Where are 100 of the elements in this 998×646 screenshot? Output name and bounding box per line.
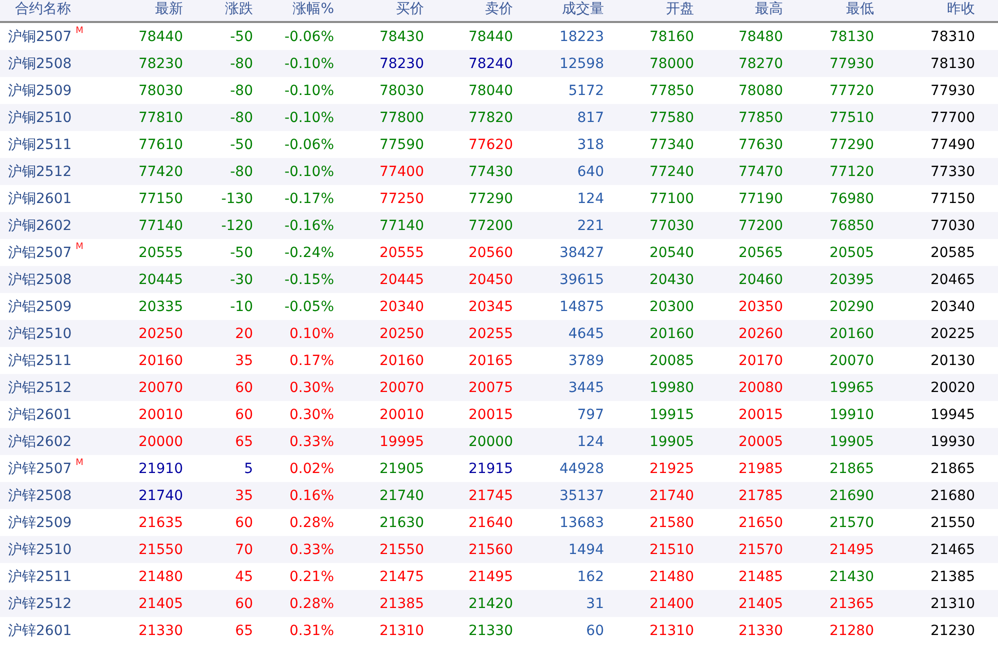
table-row[interactable]: 沪锌2508 21740 35 0.16% 21740 21745 35137 21740 21785 21690 21680: [0, 482, 998, 509]
table-cell-text: 21865: [828, 460, 874, 476]
table-cell-text: 77810: [137, 110, 183, 126]
column-header[interactable]: 涨幅%: [292, 0, 334, 18]
table-cell-text: 77030: [648, 218, 694, 234]
table-cell-text: 77850: [737, 110, 783, 126]
table-cell-text: 19905: [648, 434, 694, 450]
table-cell-text: 65: [234, 622, 253, 638]
table-cell-text: 20080: [737, 380, 783, 396]
column-header[interactable]: 合约名称: [0, 0, 71, 18]
table-cell-text: 0.21%: [288, 568, 334, 584]
table-row[interactable]: 沪铜2602 77140 -120 -0.16% 77140 77200 221 77030 77200 76850 77030: [0, 212, 998, 239]
table-cell-text: 78270: [737, 56, 783, 72]
table-cell-text: 77430: [467, 164, 513, 180]
column-header[interactable]: 卖价: [485, 0, 513, 18]
table-row[interactable]: 沪锌2512 21405 60 0.28% 21385 21420 31 21400 21405 21365 21310: [0, 590, 998, 617]
table-cell-text: 78000: [648, 56, 694, 72]
table-cell-text: 78440: [137, 28, 183, 44]
table-cell-text: -10: [229, 298, 253, 314]
table-cell-text: 162: [576, 568, 604, 584]
table-cell-text: 19965: [828, 380, 874, 396]
table-cell-text: 21310: [930, 596, 976, 612]
table-row[interactable]: 沪铝2510 20250 20 0.10% 20250 20255 4645 20160 20260 20160 20225: [0, 320, 998, 347]
table-cell-text: 21570: [828, 514, 874, 530]
table-cell-text: 20335: [137, 298, 183, 314]
column-header[interactable]: 最低: [846, 0, 874, 18]
table-cell-text: 20160: [378, 352, 424, 368]
column-header[interactable]: 昨收: [947, 0, 998, 18]
table-cell-text: 20555: [378, 244, 424, 260]
column-header[interactable]: 买价: [396, 0, 424, 18]
table-cell-text: 19945: [930, 406, 976, 422]
table-cell-text: 20560: [467, 244, 513, 260]
table-cell-text: 20010: [137, 406, 183, 422]
table-cell-text: 21690: [828, 488, 874, 504]
table-cell-text: 78480: [737, 28, 783, 44]
table-cell-text: 77100: [648, 190, 694, 206]
table-cell-text: 77820: [467, 110, 513, 126]
table-row[interactable]: 沪铝2512 20070 60 0.30% 20070 20075 3445 19980 20080 19965 20020: [0, 374, 998, 401]
table-cell-text: 20015: [737, 406, 783, 422]
column-header[interactable]: 最新: [155, 0, 183, 18]
table-cell-text: -0.10%: [283, 56, 334, 72]
table-cell-text: 77240: [648, 164, 694, 180]
table-cell-text: 20260: [737, 326, 783, 342]
table-cell-text: 0.30%: [288, 406, 334, 422]
table-row[interactable]: 沪铝2508 20445 -30 -0.15% 20445 20450 39615 20430 20460 20395 20465: [0, 266, 998, 293]
main-contract-mark: M: [76, 26, 84, 36]
column-header[interactable]: 涨跌: [225, 0, 253, 18]
table-row[interactable]: 沪铜2512 77420 -80 -0.10% 77400 77430 640 77240 77470 77120 77330: [0, 158, 998, 185]
contract-name: 沪铝2510: [8, 324, 72, 342]
column-header[interactable]: 最高: [755, 0, 783, 18]
contract-name: 沪锌2512: [8, 594, 72, 612]
table-cell-text: -50: [229, 244, 253, 260]
contract-name: 沪铜2512: [8, 162, 72, 180]
table-cell-text: 20165: [467, 352, 513, 368]
table-cell-text: 817: [576, 110, 604, 126]
table-cell-text: 77290: [467, 190, 513, 206]
table-cell-text: 21865: [930, 460, 976, 476]
table-cell-text: 77620: [467, 136, 513, 152]
table-cell-text: 78160: [648, 28, 694, 44]
table-cell-text: 35137: [558, 488, 604, 504]
table-cell-text: 65: [234, 434, 253, 450]
table-cell-text: -0.17%: [283, 190, 334, 206]
table-cell-text: 21570: [737, 542, 783, 558]
column-header[interactable]: 成交量: [562, 0, 604, 18]
table-cell-text: 77290: [828, 136, 874, 152]
column-header[interactable]: 开盘: [666, 0, 694, 18]
table-cell-text: 21985: [737, 460, 783, 476]
table-cell-text: 21550: [930, 514, 976, 530]
table-cell-text: 77930: [828, 56, 874, 72]
table-cell-text: 0.28%: [288, 514, 334, 530]
table-cell-text: 20540: [648, 244, 694, 260]
table-row[interactable]: 沪铜2508 78230 -80 -0.10% 78230 78240 12598 78000 78270 77930 78130: [0, 50, 998, 77]
contract-name: 沪铜2510: [8, 108, 72, 126]
table-cell-text: 77580: [648, 110, 694, 126]
table-cell-text: 21280: [828, 622, 874, 638]
table-cell-text: 21310: [648, 622, 694, 638]
table-cell-text: 77400: [378, 164, 424, 180]
table-cell-text: -0.05%: [283, 298, 334, 314]
table-row[interactable]: 沪铝2602 20000 65 0.33% 19995 20000 124 19905 20005 19905 19930: [0, 428, 998, 455]
table-cell-text: 21330: [737, 622, 783, 638]
table-row[interactable]: 沪锌2510 21550 70 0.33% 21550 21560 1494 21510 21570 21495 21465: [0, 536, 998, 563]
contract-name: 沪铝2512: [8, 378, 72, 396]
table-row[interactable]: 沪铜2510 77810 -80 -0.10% 77800 77820 817 77580 77850 77510 77700: [0, 104, 998, 131]
contract-name: 沪锌2509: [8, 514, 72, 532]
table-cell-text: 35: [234, 352, 253, 368]
table-cell-text: 3789: [567, 352, 604, 368]
table-cell-text: 20020: [930, 380, 976, 396]
table-cell-text: 0.16%: [288, 488, 334, 504]
table-cell-text: 78440: [467, 28, 513, 44]
table-cell-text: 221: [576, 218, 604, 234]
table-cell-text: -50: [229, 28, 253, 44]
table-cell-text: 21550: [378, 542, 424, 558]
table-cell-text: 20555: [137, 244, 183, 260]
table-cell-text: 78130: [930, 56, 976, 72]
table-cell-text: 20450: [467, 272, 513, 288]
table-cell-text: 77190: [737, 190, 783, 206]
contract-name: 沪铜2508: [8, 54, 72, 72]
table-cell-text: 21560: [467, 542, 513, 558]
table-cell-text: 21480: [648, 568, 694, 584]
table-cell-text: 21310: [378, 622, 424, 638]
